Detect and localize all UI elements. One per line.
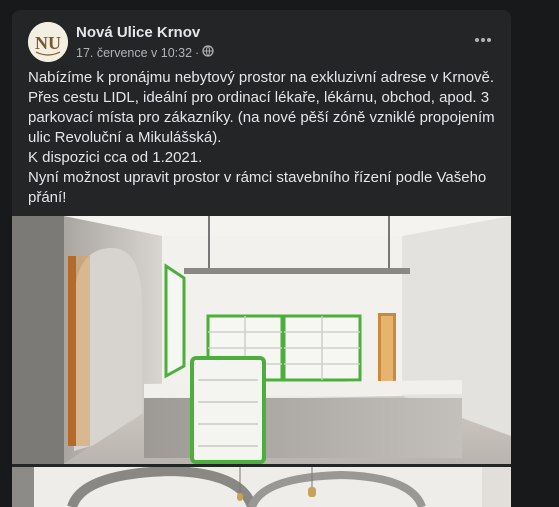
more-options-button[interactable] bbox=[467, 30, 499, 50]
post-card: NU Nová Ulice Krnov 17. července v 10:32… bbox=[12, 10, 511, 507]
post-text-line: Nyní možnost upravit prostor v rámci sta… bbox=[28, 169, 487, 186]
post-header: NU Nová Ulice Krnov 17. července v 10:32… bbox=[12, 10, 511, 66]
page-avatar[interactable]: NU bbox=[28, 22, 68, 62]
page-name-link[interactable]: Nová Ulice Krnov bbox=[76, 24, 200, 41]
post-text-line: K dispozici cca od 1.2021. bbox=[28, 149, 203, 166]
post-timestamp[interactable]: 17. července v 10:32 bbox=[76, 46, 192, 60]
more-dots-icon bbox=[475, 38, 491, 42]
avatar-monogram: NU bbox=[35, 33, 61, 53]
post-photo-interior[interactable] bbox=[12, 216, 511, 464]
interior-render bbox=[12, 216, 511, 464]
second-render bbox=[12, 467, 511, 507]
globe-icon bbox=[202, 45, 214, 60]
post-meta: 17. července v 10:32 · bbox=[76, 45, 214, 60]
meta-separator: · bbox=[195, 45, 200, 60]
post-text-line: parkovací místa pro zákazníky. (na nové … bbox=[28, 109, 495, 126]
post-text-line: Nabízíme k pronájmu nebytový prostor na … bbox=[28, 69, 495, 86]
post-text-line: ulic Revoluční a Mikulášská). bbox=[28, 129, 222, 146]
post-text-line: přání! bbox=[28, 189, 67, 206]
post-photo-second[interactable] bbox=[12, 467, 511, 507]
post-text-line: Přes cestu LIDL, ideální pro ordinací lé… bbox=[28, 89, 490, 106]
avatar-logo: NU bbox=[28, 22, 68, 62]
post-text: Nabízíme k pronájmu nebytový prostor na … bbox=[28, 68, 498, 208]
